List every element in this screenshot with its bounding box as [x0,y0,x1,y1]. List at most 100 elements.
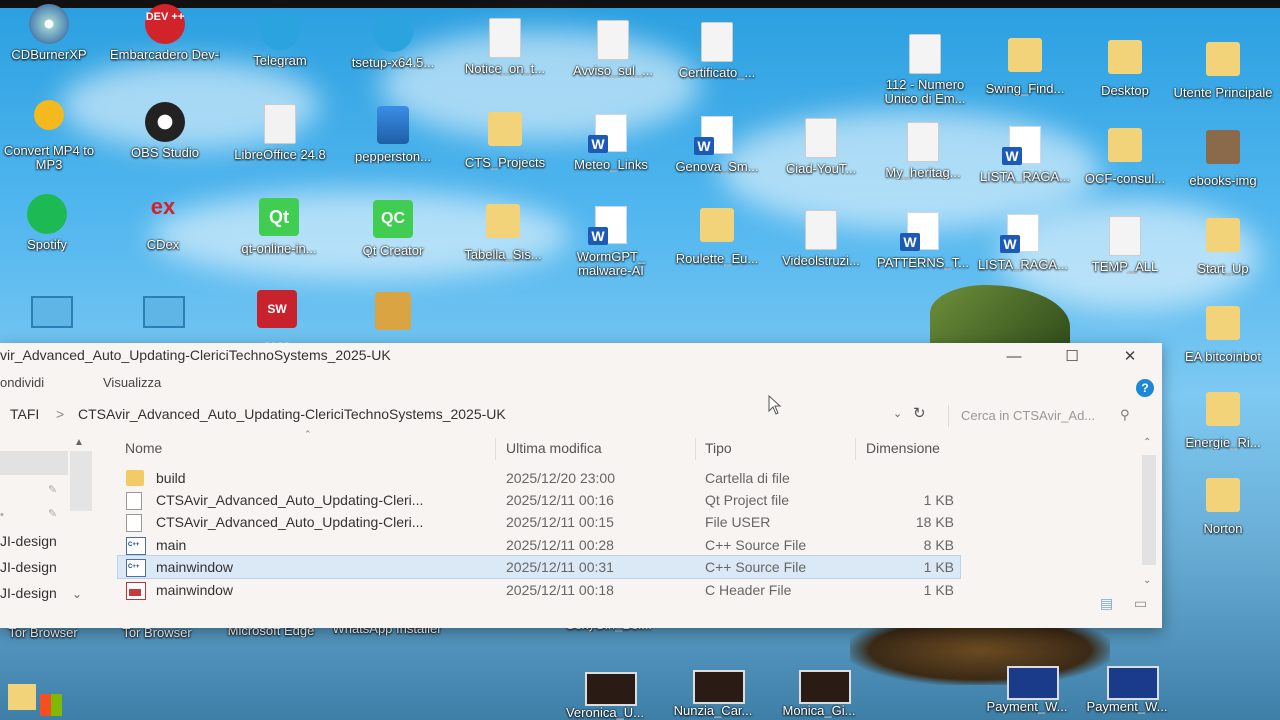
nav-item-ui-design-3[interactable]: JI-design [0,585,57,601]
desktop-icon-nunzia[interactable]: Nunzia_Car... [658,670,768,718]
desktop-icon-libreoffice[interactable]: LibreOffice 24.8 [225,104,335,162]
nav-selected-item[interactable] [0,451,68,475]
desktop-icon-veronica[interactable]: Veronica_U... [550,672,660,720]
desktop-icon-payment-1[interactable]: Payment_W... [972,666,1082,714]
scroll-up-icon[interactable]: ▲ [74,437,84,448]
desktop-icon-row4-monitor-2[interactable] [108,290,218,340]
desktop-icon-roulette[interactable]: Roulette_Eu... [662,208,772,266]
desktop-icon-package[interactable] [338,292,448,336]
folder-icon [1005,38,1045,78]
desktop-icon-utente[interactable]: Utente Principale [1168,42,1278,100]
desktop-icon-solidworks[interactable]: SW 2022 [222,290,332,354]
folder-icon[interactable] [8,684,36,710]
image-icon [693,670,745,704]
search-input[interactable]: Cerca in CTSAvir_Ad... [948,405,1138,427]
desktop-icon-myheritage[interactable]: My_heritag... [868,122,978,180]
file-row[interactable]: CTSAvir_Advanced_Auto_Updating-Cleri... … [118,489,960,511]
desktop-icon-payment-2[interactable]: Payment_W... [1072,666,1182,714]
desktop-icon-devcpp[interactable]: DEV ++ Embarcadero Dev-C++ [110,4,220,62]
document-icon [485,18,525,58]
breadcrumb-current[interactable]: CTSAvir_Advanced_Auto_Updating-ClericiTe… [78,406,506,422]
folder-icon [485,112,525,152]
help-icon[interactable]: ? [1136,379,1154,397]
desktop-icon-spotify[interactable]: Spotify [0,194,102,252]
tab-share[interactable]: ondividi [0,375,44,390]
file-row[interactable]: main 2025/12/11 00:28 C++ Source File 8 … [118,534,960,556]
details-view-icon[interactable]: ▤ [1100,595,1113,612]
desktop-icon-desktop[interactable]: Desktop [1070,40,1180,98]
desktop-icon-cdburnerxp[interactable]: CDBurnerXP [0,4,104,62]
desktop-icon-genova[interactable]: Genova_Sm... [662,116,772,174]
desktop-icon-cts-projects[interactable]: CTS_Projects [450,112,560,170]
refresh-icon[interactable]: ↻ [913,404,926,422]
desktop-icon-convert-mp4[interactable]: Convert MP4 to MP3 [0,100,104,172]
windows-shield-icon[interactable] [40,694,62,716]
desktop-icon-videoistruzioni[interactable]: Videolstruzi... [766,210,876,268]
file-row[interactable]: build 2025/12/20 23:00 Cartella di file [118,467,960,489]
desktop-icon-lista-raga-2[interactable]: LISTA_RAGA... [968,214,1078,272]
desktop-icon-tabella[interactable]: Tabella_Sis... [448,204,558,262]
desktop-icon-wormgpt[interactable]: WormGPT_ malware-AI [556,206,666,278]
cdex-icon: ex [150,194,176,219]
minimize-button[interactable]: — [994,347,1034,367]
desktop-icon-notice[interactable]: Notice_on_t... [450,18,560,76]
nav-scrollbar[interactable] [70,451,92,511]
nav-item-ui-design-2[interactable]: JI-design [0,559,57,575]
column-type[interactable]: Tipo [705,440,732,456]
desktop-icon-temp-all[interactable]: TEMP_ALL [1070,216,1180,274]
column-divider[interactable] [855,438,856,460]
document-icon [801,210,841,250]
desktop-icon-monica[interactable]: Monica_Gi... [764,670,874,718]
scrollbar-thumb[interactable] [1142,455,1156,565]
desktop-icon-112[interactable]: 112 - Numero Unico di Em... [870,34,980,106]
breadcrumb-parent[interactable]: TAFI [10,406,39,422]
tab-view[interactable]: Visualizza [103,375,161,390]
desktop-icon-patterns[interactable]: PATTERNS_T... [868,212,978,270]
pin-icon[interactable]: ✎ [48,483,57,496]
file-row[interactable]: mainwindow 2025/12/11 00:18 C Header Fil… [118,579,960,601]
scroll-down-icon[interactable]: ⌄ [1143,575,1151,586]
scroll-up-icon[interactable]: ⌃ [1143,437,1151,448]
file-list-scrollbar[interactable]: ⌃ ⌄ [1140,437,1158,593]
large-icons-view-icon[interactable]: ▭ [1134,595,1147,612]
image-icon [1107,666,1159,700]
desktop-icon-lista-raga-1[interactable]: LISTA_RAGA... [970,126,1080,184]
desktop-icon-telegram[interactable]: Telegram [225,10,335,68]
column-divider[interactable] [495,438,496,460]
file-row-selected[interactable]: mainwindow 2025/12/11 00:31 C++ Source F… [117,555,961,579]
column-name[interactable]: Nome [125,440,162,456]
desktop-icon-cdex[interactable]: ex CDex [108,194,218,252]
column-modified[interactable]: Ultima modifica [506,440,602,456]
desktop-icon-ebooks[interactable]: ebooks-img [1168,130,1278,188]
search-icon[interactable]: ⚲ [1120,407,1130,423]
desktop-icon-ocf[interactable]: OCF-consul... [1070,128,1180,186]
chevron-down-icon[interactable]: ⌄ [72,587,82,601]
chevron-down-icon[interactable]: ⌄ [893,407,902,420]
column-size[interactable]: Dimensione [866,440,940,456]
desktop-icon-norton[interactable]: Norton [1168,478,1278,536]
desktop-icon-ciad[interactable]: Ciad-YouT... [766,118,876,176]
column-divider[interactable] [695,438,696,460]
desktop-icon-tsetup[interactable]: tsetup-x64.5... [338,12,448,70]
desktop-icon-startup[interactable]: Start_Up [1168,218,1278,276]
title-bar[interactable]: vir_Advanced_Auto_Updating-ClericiTechno… [0,343,1162,371]
desktop-icon-pepperstone[interactable]: pepperston... [338,106,448,164]
desktop-icon-ea-bitcoinbot[interactable]: EA bitcoinbot [1168,306,1278,364]
desktop-icon-qt-creator[interactable]: QC Qt Creator [338,200,448,258]
desktop-icon-qt-online[interactable]: Qt qt-online-in... [224,198,334,256]
file-row[interactable]: CTSAvir_Advanced_Auto_Updating-Cleri... … [118,511,960,533]
music-icon [29,100,69,140]
pin-icon[interactable]: ✎ [48,507,57,520]
desktop-icon-avviso[interactable]: Avviso_sul_... [558,20,668,78]
desktop-icon-certificato[interactable]: Certificato_... [662,22,772,80]
nav-item-ui-design-1[interactable]: JI-design [0,533,57,549]
desktop-icon-obs[interactable]: OBS Studio [110,102,220,160]
desktop-icon-meteo-links[interactable]: Meteo_Links [556,114,666,172]
desktop-icon-energie[interactable]: Energie_Ri... [1168,392,1278,450]
folder-icon [1203,306,1243,346]
maximize-button[interactable]: ☐ [1052,347,1092,367]
desktop-icon-row4-monitor-1[interactable] [0,290,106,340]
desktop-icon-swing[interactable]: Swing_Find... [970,38,1080,96]
address-bar[interactable]: TAFI > CTSAvir_Advanced_Auto_Updating-Cl… [0,402,932,426]
close-button[interactable]: ✕ [1110,347,1150,367]
